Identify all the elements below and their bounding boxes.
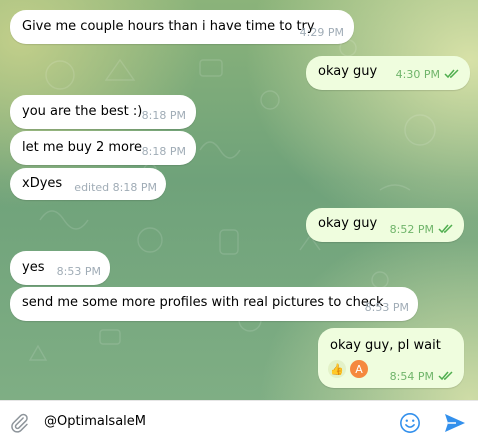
message-time: 8:53 PM	[56, 265, 101, 278]
message-bubble[interactable]: Give me couple hours than i have time to…	[10, 10, 354, 44]
message-text: okay guy	[318, 64, 378, 79]
read-ticks-icon	[438, 371, 453, 381]
attach-icon[interactable]	[8, 412, 30, 434]
message-text: let me buy 2 more	[22, 140, 143, 155]
message-bubble[interactable]: okay guy 8:52 PM	[306, 208, 464, 242]
message-text: okay guy	[318, 216, 378, 231]
message-time: 8:18 PM	[141, 145, 186, 158]
reactions[interactable]: 👍 A	[328, 360, 368, 378]
message-time: 8:52 PM	[389, 223, 434, 236]
message-text: xDyes	[22, 176, 63, 191]
read-ticks-icon	[444, 69, 459, 79]
message-time: 8:54 PM	[389, 370, 434, 383]
message-bubble[interactable]: you are the best :) 8:18 PM	[10, 95, 196, 129]
message-text: send me some more profiles with real pic…	[22, 295, 384, 310]
thumbs-up-icon[interactable]: 👍	[328, 360, 346, 378]
message-text: Give me couple hours than i have time to…	[22, 19, 315, 34]
message-input[interactable]: @OptimalsaleM	[44, 414, 146, 429]
message-text: you are the best :)	[22, 104, 143, 119]
message-text: yes	[22, 260, 45, 275]
message-bubble[interactable]: okay guy, pl wait 👍 A 8:54 PM	[318, 328, 464, 388]
message-time: edited 8:18 PM	[74, 181, 157, 194]
message-time: 4:29 PM	[299, 26, 344, 39]
message-bubble[interactable]: let me buy 2 more 8:18 PM	[10, 131, 196, 165]
read-ticks-icon	[438, 224, 453, 234]
message-time: 4:30 PM	[395, 68, 440, 81]
message-time: 8:53 PM	[364, 301, 409, 314]
message-bubble[interactable]: okay guy 4:30 PM	[306, 56, 470, 90]
chat-background: Give me couple hours than i have time to…	[0, 0, 478, 400]
avatar-icon[interactable]: A	[350, 360, 368, 378]
message-time: 8:18 PM	[141, 109, 186, 122]
message-composer: @OptimalsaleM	[0, 400, 478, 446]
message-bubble[interactable]: xDyes edited 8:18 PM	[10, 168, 166, 200]
send-icon[interactable]	[443, 412, 467, 434]
message-text: okay guy, pl wait	[330, 338, 441, 353]
message-bubble[interactable]: send me some more profiles with real pic…	[10, 287, 418, 321]
message-bubble[interactable]: yes 8:53 PM	[10, 251, 110, 285]
emoji-icon[interactable]	[399, 412, 421, 434]
